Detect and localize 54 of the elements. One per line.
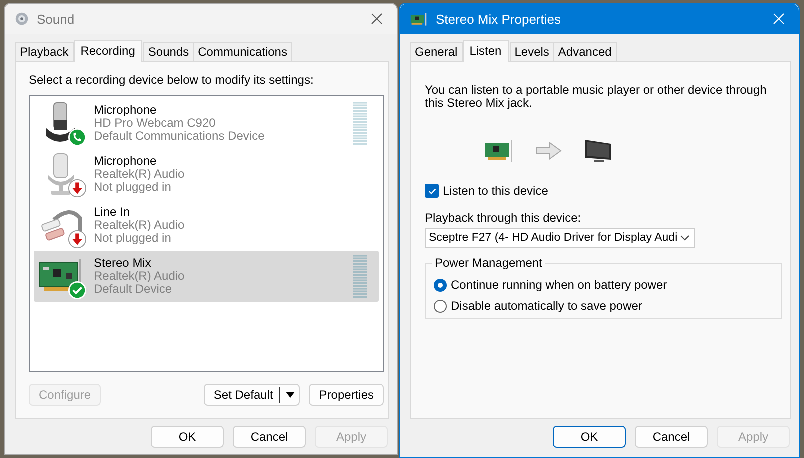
group-legend: Power Management	[432, 256, 546, 270]
radio-label: Continue running when on battery power	[451, 278, 668, 292]
caret-icon	[286, 392, 296, 398]
radio-option[interactable]: Continue running when on battery power	[434, 278, 773, 292]
device-name: Microphone	[94, 155, 158, 168]
tab[interactable]: Levels	[510, 42, 554, 61]
description-text: You can listen to a portable music player or other device through this Stereo Mix jack.	[425, 84, 768, 110]
chevron-icon	[680, 235, 690, 241]
button[interactable]: Cancel	[635, 426, 708, 448]
tab[interactable]: Advanced	[553, 42, 617, 61]
button[interactable]: OK	[151, 426, 224, 448]
close-icon[interactable]	[371, 13, 383, 25]
radio-label: Disable automatically to save power	[451, 299, 642, 313]
button[interactable]: OK	[553, 426, 626, 448]
radio-option[interactable]: Disable automatically to save power	[434, 299, 773, 313]
tab[interactable]: Recording	[74, 40, 142, 62]
device-description: Realtek(R) Audio	[94, 219, 186, 232]
device-name: Microphone	[94, 104, 158, 117]
device-status: Not plugged in	[94, 181, 172, 194]
device-item[interactable]: Microphone Realtek(R) Audio Not plugged in	[34, 149, 379, 200]
device-item[interactable]: Microphone HD Pro Webcam C920 Default Communications Device	[34, 98, 379, 149]
tab[interactable]: Listen	[462, 40, 509, 62]
radio-button[interactable]	[434, 300, 447, 312]
device-description: Realtek(R) Audio	[94, 168, 186, 181]
device-item[interactable]: Stereo Mix Realtek(R) Audio Default Device	[34, 251, 379, 302]
button[interactable]: Cancel	[233, 426, 306, 448]
device-status: Default Communications Device	[94, 130, 266, 143]
tab[interactable]: Communications	[193, 42, 292, 61]
device-status: Default Device	[94, 283, 174, 296]
button[interactable]: Properties	[309, 384, 384, 406]
playback-label: Playback through this device:	[425, 211, 582, 225]
radio-button[interactable]	[434, 278, 447, 292]
listen-checkbox[interactable]: Listen to this device	[425, 184, 780, 198]
split-button[interactable]: Set Default	[204, 384, 300, 406]
playback-dropdown[interactable]: Sceptre F27 (4- HD Audio Driver for Display Audi	[425, 228, 695, 248]
device-status: Not plugged in	[94, 232, 172, 245]
device-item[interactable]: Line In Realtek(R) Audio Not plugged in	[34, 200, 379, 251]
check-icon	[428, 186, 436, 196]
arrow-icon	[536, 142, 562, 160]
checkbox-label: Listen to this device	[443, 184, 548, 198]
window-title: Stereo Mix Properties	[436, 12, 562, 26]
device-name: Line In	[94, 206, 132, 219]
window-title: Sound	[37, 12, 76, 26]
instruction-text: Select a recording device below to modify its settings:	[29, 73, 315, 87]
tab[interactable]: Playback	[15, 42, 74, 61]
monitor-icon	[584, 138, 612, 164]
sound-card-icon	[484, 140, 514, 162]
tab[interactable]: Sounds	[143, 42, 194, 61]
checkbox[interactable]	[425, 184, 439, 198]
device-name: Stereo Mix	[94, 257, 152, 270]
sound-card-icon	[410, 12, 428, 26]
device-description: Realtek(R) Audio	[94, 270, 186, 283]
tab[interactable]: General	[410, 42, 463, 61]
device-description: HD Pro Webcam C920	[94, 117, 217, 130]
